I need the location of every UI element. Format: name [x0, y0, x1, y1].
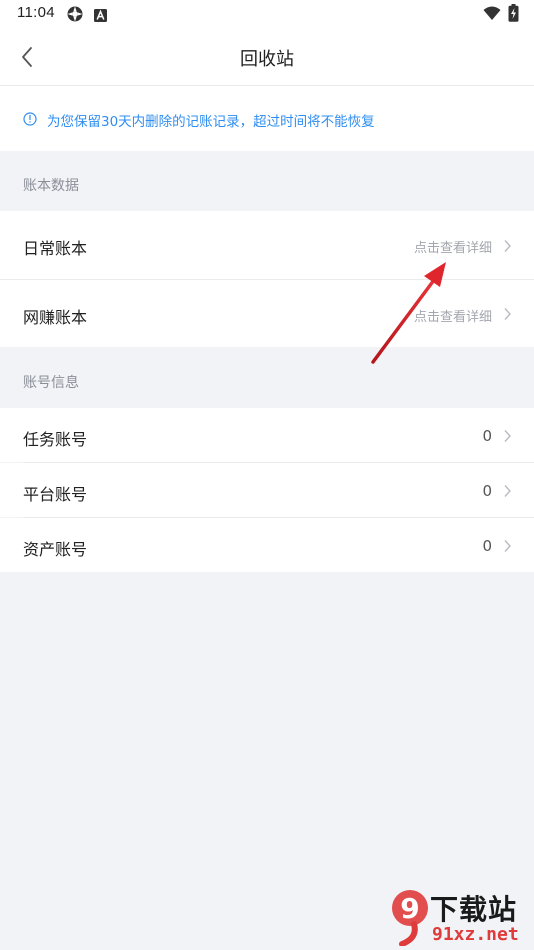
row-label: 平台账号: [23, 485, 88, 504]
account-row-task[interactable]: 任务账号 0: [0, 408, 534, 462]
row-label: 网赚账本: [23, 308, 88, 327]
chevron-right-icon: [503, 538, 512, 557]
battery-charging-icon: [508, 4, 519, 26]
chevron-right-icon: [503, 428, 512, 447]
page-title: 回收站: [240, 49, 294, 70]
watermark-site-name: 下载站: [430, 893, 518, 926]
chevron-right-icon: [503, 306, 512, 325]
section-title-accounts: 账号信息: [23, 375, 79, 391]
status-time: 11:04: [17, 4, 55, 21]
status-bar: 11:04: [0, 0, 534, 28]
nav-bar: 回收站: [0, 28, 534, 86]
watermark-url: 91xz.net: [432, 924, 519, 945]
row-label: 日常账本: [23, 239, 88, 258]
annotation-arrow-icon: [371, 262, 446, 364]
account-row-platform[interactable]: 平台账号 0: [0, 463, 534, 517]
watermark-logo-icon: 9: [392, 890, 428, 946]
row-label: 任务账号: [23, 430, 88, 449]
account-row-asset[interactable]: 资产账号 0: [0, 518, 534, 572]
info-circle-icon: [23, 111, 37, 130]
gear-icon: [66, 5, 84, 27]
notice-text: 为您保留30天内删除的记账记录，超过时间将不能恢复: [47, 114, 375, 130]
chevron-right-icon: [503, 238, 512, 257]
row-count: 0: [482, 427, 492, 445]
wifi-icon: [483, 6, 501, 25]
retention-notice: 为您保留30天内删除的记账记录，超过时间将不能恢复: [0, 86, 534, 151]
row-label: 资产账号: [23, 540, 88, 559]
chevron-right-icon: [503, 483, 512, 502]
row-count: 0: [482, 482, 492, 500]
row-count: 0: [482, 537, 492, 555]
watermark-logo-text: 9: [400, 892, 419, 925]
section-title-books: 账本数据: [23, 178, 79, 194]
a-box-icon: [94, 7, 107, 26]
